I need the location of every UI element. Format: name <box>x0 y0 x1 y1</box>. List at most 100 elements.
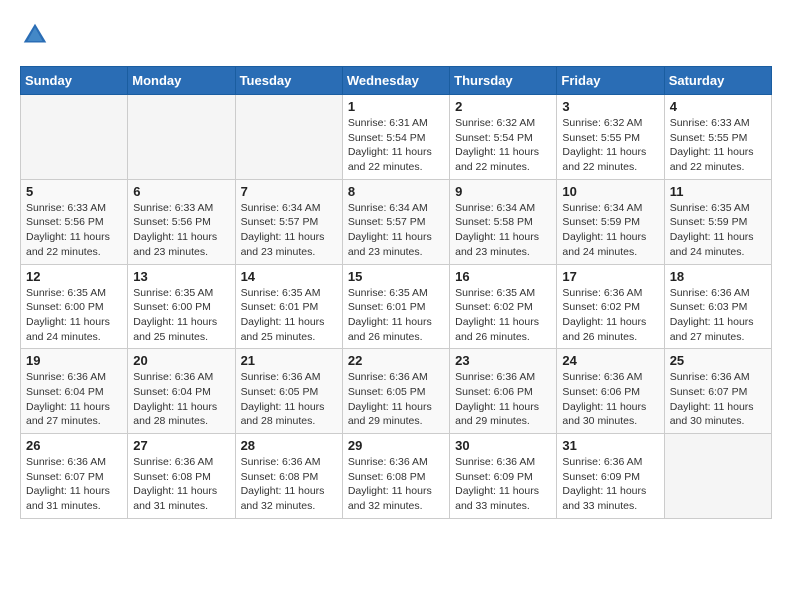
calendar-cell: 7 Sunrise: 6:34 AM Sunset: 5:57 PM Daylig… <box>235 179 342 264</box>
day-number: 3 <box>562 99 658 114</box>
calendar-cell <box>235 95 342 180</box>
day-info: Sunrise: 6:36 AM Sunset: 6:04 PM Dayligh… <box>133 370 229 429</box>
calendar-cell: 16 Sunrise: 6:35 AM Sunset: 6:02 PM Dayli… <box>450 264 557 349</box>
calendar-week-row: 5 Sunrise: 6:33 AM Sunset: 5:56 PM Daylig… <box>21 179 772 264</box>
day-info: Sunrise: 6:36 AM Sunset: 6:08 PM Dayligh… <box>348 455 444 514</box>
day-info: Sunrise: 6:35 AM Sunset: 6:00 PM Dayligh… <box>26 286 122 345</box>
day-info: Sunrise: 6:33 AM Sunset: 5:56 PM Dayligh… <box>26 201 122 260</box>
calendar-body: 1 Sunrise: 6:31 AM Sunset: 5:54 PM Daylig… <box>21 95 772 519</box>
day-number: 18 <box>670 269 766 284</box>
day-info: Sunrise: 6:36 AM Sunset: 6:05 PM Dayligh… <box>241 370 337 429</box>
calendar-cell: 21 Sunrise: 6:36 AM Sunset: 6:05 PM Dayli… <box>235 349 342 434</box>
calendar-cell: 28 Sunrise: 6:36 AM Sunset: 6:08 PM Dayli… <box>235 434 342 519</box>
calendar-cell: 10Sunrise: 6:34 AM Sunset: 5:59 PM Dayli… <box>557 179 664 264</box>
day-number: 23 <box>455 353 551 368</box>
day-number: 11 <box>670 184 766 199</box>
day-info: Sunrise: 6:36 AM Sunset: 6:07 PM Dayligh… <box>670 370 766 429</box>
day-info: Sunrise: 6:32 AM Sunset: 5:54 PM Dayligh… <box>455 116 551 175</box>
calendar-cell: 5 Sunrise: 6:33 AM Sunset: 5:56 PM Daylig… <box>21 179 128 264</box>
calendar-cell: 12 Sunrise: 6:35 AM Sunset: 6:00 PM Dayli… <box>21 264 128 349</box>
weekday-header: Thursday <box>450 67 557 95</box>
calendar-cell: 22Sunrise: 6:36 AM Sunset: 6:05 PM Dayli… <box>342 349 449 434</box>
day-number: 22 <box>348 353 444 368</box>
day-info: Sunrise: 6:35 AM Sunset: 6:01 PM Dayligh… <box>241 286 337 345</box>
day-info: Sunrise: 6:36 AM Sunset: 6:06 PM Dayligh… <box>562 370 658 429</box>
calendar-cell <box>128 95 235 180</box>
day-number: 6 <box>133 184 229 199</box>
day-info: Sunrise: 6:36 AM Sunset: 6:07 PM Dayligh… <box>26 455 122 514</box>
day-number: 14 <box>241 269 337 284</box>
calendar-cell: 18 Sunrise: 6:36 AM Sunset: 6:03 PM Dayli… <box>664 264 771 349</box>
day-number: 16 <box>455 269 551 284</box>
calendar-cell <box>21 95 128 180</box>
calendar-week-row: 19 Sunrise: 6:36 AM Sunset: 6:04 PM Dayli… <box>21 349 772 434</box>
day-info: Sunrise: 6:36 AM Sunset: 6:06 PM Dayligh… <box>455 370 551 429</box>
calendar-cell: 24 Sunrise: 6:36 AM Sunset: 6:06 PM Dayli… <box>557 349 664 434</box>
calendar-cell: 15Sunrise: 6:35 AM Sunset: 6:01 PM Dayli… <box>342 264 449 349</box>
calendar-week-row: 26 Sunrise: 6:36 AM Sunset: 6:07 PM Dayli… <box>21 434 772 519</box>
day-info: Sunrise: 6:36 AM Sunset: 6:02 PM Dayligh… <box>562 286 658 345</box>
day-number: 21 <box>241 353 337 368</box>
day-info: Sunrise: 6:34 AM Sunset: 5:57 PM Dayligh… <box>241 201 337 260</box>
calendar-cell: 11 Sunrise: 6:35 AM Sunset: 5:59 PM Dayli… <box>664 179 771 264</box>
calendar-cell: 30 Sunrise: 6:36 AM Sunset: 6:09 PM Dayli… <box>450 434 557 519</box>
calendar-cell: 2 Sunrise: 6:32 AM Sunset: 5:54 PM Daylig… <box>450 95 557 180</box>
weekday-header: Sunday <box>21 67 128 95</box>
day-info: Sunrise: 6:35 AM Sunset: 6:02 PM Dayligh… <box>455 286 551 345</box>
day-number: 28 <box>241 438 337 453</box>
calendar-cell: 13Sunrise: 6:35 AM Sunset: 6:00 PM Dayli… <box>128 264 235 349</box>
day-info: Sunrise: 6:33 AM Sunset: 5:55 PM Dayligh… <box>670 116 766 175</box>
day-number: 7 <box>241 184 337 199</box>
day-info: Sunrise: 6:36 AM Sunset: 6:09 PM Dayligh… <box>455 455 551 514</box>
calendar-cell: 20Sunrise: 6:36 AM Sunset: 6:04 PM Dayli… <box>128 349 235 434</box>
weekday-header: Friday <box>557 67 664 95</box>
page-header <box>20 20 772 50</box>
day-info: Sunrise: 6:31 AM Sunset: 5:54 PM Dayligh… <box>348 116 444 175</box>
calendar-cell: 6 Sunrise: 6:33 AM Sunset: 5:56 PM Daylig… <box>128 179 235 264</box>
day-number: 30 <box>455 438 551 453</box>
day-info: Sunrise: 6:36 AM Sunset: 6:08 PM Dayligh… <box>241 455 337 514</box>
day-info: Sunrise: 6:36 AM Sunset: 6:03 PM Dayligh… <box>670 286 766 345</box>
calendar-cell: 3Sunrise: 6:32 AM Sunset: 5:55 PM Daylig… <box>557 95 664 180</box>
day-number: 24 <box>562 353 658 368</box>
logo-icon <box>20 20 50 50</box>
day-number: 27 <box>133 438 229 453</box>
calendar-cell: 4 Sunrise: 6:33 AM Sunset: 5:55 PM Daylig… <box>664 95 771 180</box>
day-number: 19 <box>26 353 122 368</box>
calendar-cell: 9Sunrise: 6:34 AM Sunset: 5:58 PM Daylig… <box>450 179 557 264</box>
day-number: 2 <box>455 99 551 114</box>
weekday-row: SundayMondayTuesdayWednesdayThursdayFrid… <box>21 67 772 95</box>
logo <box>20 20 54 50</box>
weekday-header: Monday <box>128 67 235 95</box>
calendar-header: SundayMondayTuesdayWednesdayThursdayFrid… <box>21 67 772 95</box>
weekday-header: Wednesday <box>342 67 449 95</box>
calendar-cell: 8Sunrise: 6:34 AM Sunset: 5:57 PM Daylig… <box>342 179 449 264</box>
day-info: Sunrise: 6:36 AM Sunset: 6:04 PM Dayligh… <box>26 370 122 429</box>
calendar-week-row: 12 Sunrise: 6:35 AM Sunset: 6:00 PM Dayli… <box>21 264 772 349</box>
day-number: 9 <box>455 184 551 199</box>
weekday-header: Tuesday <box>235 67 342 95</box>
day-number: 15 <box>348 269 444 284</box>
day-info: Sunrise: 6:34 AM Sunset: 5:57 PM Dayligh… <box>348 201 444 260</box>
calendar-cell: 17 Sunrise: 6:36 AM Sunset: 6:02 PM Dayli… <box>557 264 664 349</box>
day-number: 1 <box>348 99 444 114</box>
day-number: 12 <box>26 269 122 284</box>
calendar-cell: 26 Sunrise: 6:36 AM Sunset: 6:07 PM Dayli… <box>21 434 128 519</box>
day-number: 29 <box>348 438 444 453</box>
day-number: 26 <box>26 438 122 453</box>
day-info: Sunrise: 6:36 AM Sunset: 6:09 PM Dayligh… <box>562 455 658 514</box>
calendar-cell: 27Sunrise: 6:36 AM Sunset: 6:08 PM Dayli… <box>128 434 235 519</box>
day-info: Sunrise: 6:33 AM Sunset: 5:56 PM Dayligh… <box>133 201 229 260</box>
calendar-cell: 14 Sunrise: 6:35 AM Sunset: 6:01 PM Dayli… <box>235 264 342 349</box>
calendar-cell: 1 Sunrise: 6:31 AM Sunset: 5:54 PM Daylig… <box>342 95 449 180</box>
calendar-table: SundayMondayTuesdayWednesdayThursdayFrid… <box>20 66 772 519</box>
day-number: 25 <box>670 353 766 368</box>
day-info: Sunrise: 6:35 AM Sunset: 6:00 PM Dayligh… <box>133 286 229 345</box>
day-number: 5 <box>26 184 122 199</box>
day-number: 17 <box>562 269 658 284</box>
calendar-cell: 19 Sunrise: 6:36 AM Sunset: 6:04 PM Dayli… <box>21 349 128 434</box>
weekday-header: Saturday <box>664 67 771 95</box>
day-info: Sunrise: 6:35 AM Sunset: 5:59 PM Dayligh… <box>670 201 766 260</box>
calendar-cell: 25 Sunrise: 6:36 AM Sunset: 6:07 PM Dayli… <box>664 349 771 434</box>
day-number: 4 <box>670 99 766 114</box>
